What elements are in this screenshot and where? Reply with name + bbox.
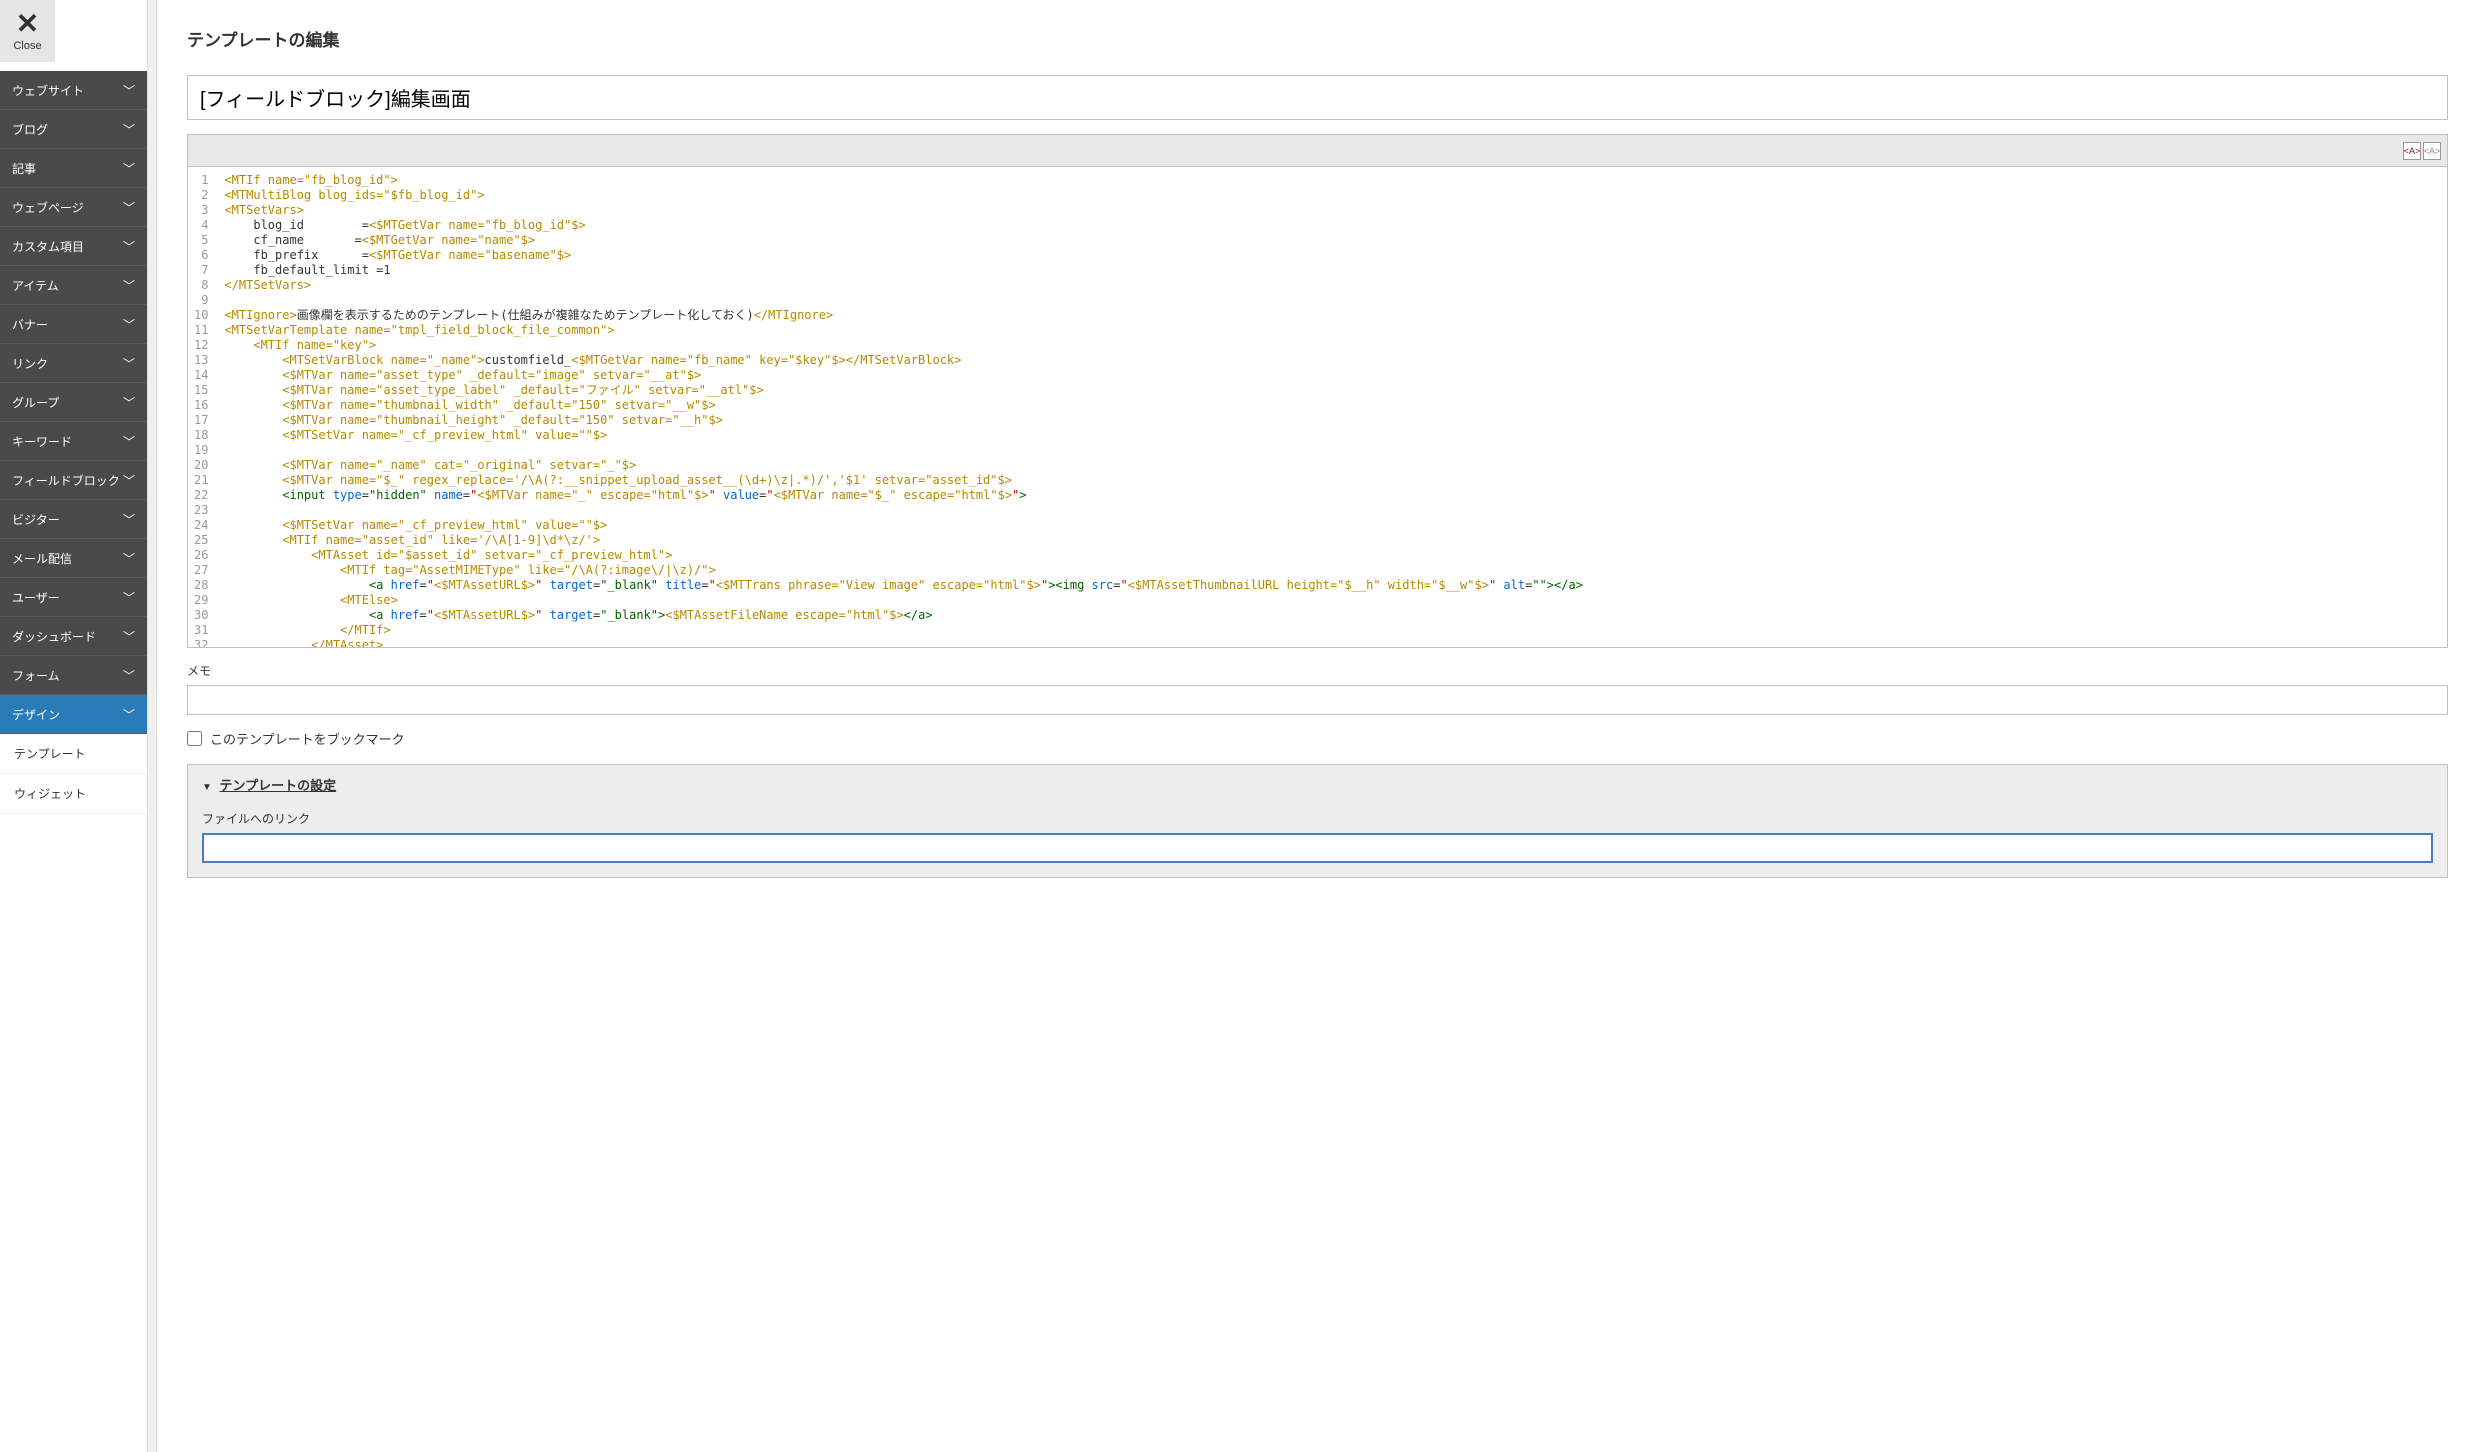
code-content[interactable]: <MTIf name="fb_blog_id"><MTMultiBlog blo… bbox=[216, 167, 1590, 647]
nav-item-label: ブログ bbox=[12, 121, 48, 138]
nav-item-label: キーワード bbox=[12, 433, 72, 450]
nav-item-13[interactable]: ユーザー ﹀ bbox=[0, 578, 147, 617]
chevron-down-icon: ﹀ bbox=[123, 316, 135, 333]
nav-item-label: フォーム bbox=[12, 667, 60, 684]
nav-item-1[interactable]: ブログ ﹀ bbox=[0, 110, 147, 149]
nav-item-label: ダッシュボード bbox=[12, 628, 96, 645]
nav-item-10[interactable]: フィールドブロック﹀ bbox=[0, 461, 147, 500]
chevron-down-icon: ﹀ bbox=[123, 121, 135, 138]
chevron-down-icon: ﹀ bbox=[123, 511, 135, 528]
nav-item-7[interactable]: リンク ﹀ bbox=[0, 344, 147, 383]
toolbar-plain-button[interactable]: <A> bbox=[2423, 142, 2441, 160]
nav-item-label: バナー bbox=[12, 316, 48, 333]
nav-item-label: デザイン bbox=[12, 706, 60, 723]
template-settings-toggle[interactable]: ▼ テンプレートの設定 bbox=[188, 765, 2447, 804]
chevron-down-icon: ﹀ bbox=[123, 589, 135, 606]
triangle-down-icon: ▼ bbox=[202, 782, 212, 793]
nav-item-14[interactable]: ダッシュボード ﹀ bbox=[0, 617, 147, 656]
nav-item-11[interactable]: ビジター ﹀ bbox=[0, 500, 147, 539]
nav-item-label: フィールドブロック bbox=[12, 472, 120, 489]
bookmark-label: このテンプレートをブックマーク bbox=[210, 729, 405, 748]
nav-item-3[interactable]: ウェブページ ﹀ bbox=[0, 188, 147, 227]
bookmark-checkbox[interactable] bbox=[187, 731, 202, 746]
template-settings-panel: ▼ テンプレートの設定 ファイルへのリンク bbox=[187, 764, 2448, 878]
sub-nav-item-1[interactable]: ウィジェット bbox=[0, 774, 147, 814]
nav-item-6[interactable]: バナー ﹀ bbox=[0, 305, 147, 344]
nav-item-5[interactable]: アイテム ﹀ bbox=[0, 266, 147, 305]
file-link-input[interactable] bbox=[202, 833, 2433, 863]
nav-item-8[interactable]: グループ ﹀ bbox=[0, 383, 147, 422]
memo-label: メモ bbox=[187, 662, 2448, 679]
nav-item-label: リンク bbox=[12, 355, 48, 372]
nav-item-label: カスタム項目 bbox=[12, 238, 84, 255]
nav-item-label: グループ bbox=[12, 394, 59, 411]
toolbar-syntax-highlight-button[interactable]: <A> bbox=[2403, 142, 2421, 160]
sidebar: ウェブサイト﹀ブログ﹀記事﹀ウェブページ﹀カスタム項目﹀アイテム﹀バナー﹀リンク… bbox=[0, 0, 147, 1452]
chevron-down-icon: ﹀ bbox=[123, 667, 135, 684]
close-button[interactable]: ✕ Close bbox=[0, 0, 55, 62]
nav-item-label: ウェブサイト bbox=[12, 82, 84, 99]
nav-item-label: 記事 bbox=[12, 160, 36, 177]
chevron-down-icon: ﹀ bbox=[123, 394, 135, 411]
template-settings-title: テンプレートの設定 bbox=[220, 778, 337, 793]
chevron-down-icon: ﹀ bbox=[123, 472, 135, 489]
chevron-down-icon: ﹀ bbox=[123, 82, 135, 99]
nav-item-label: ユーザー bbox=[12, 589, 60, 606]
nav-item-label: メール配信 bbox=[12, 550, 72, 567]
editor-toolbar: <A> <A> bbox=[187, 134, 2448, 166]
line-number-gutter: 1234567891011121314151617181920212223242… bbox=[188, 167, 216, 647]
nav-item-label: ウェブページ bbox=[12, 199, 84, 216]
sub-nav-item-0[interactable]: テンプレート bbox=[0, 734, 147, 774]
nav-item-15[interactable]: フォーム ﹀ bbox=[0, 656, 147, 695]
nav-item-label: アイテム bbox=[12, 277, 59, 294]
memo-input[interactable] bbox=[187, 685, 2448, 715]
chevron-down-icon: ﹀ bbox=[123, 355, 135, 372]
nav-item-16[interactable]: デザイン ﹀ bbox=[0, 695, 147, 734]
chevron-down-icon: ﹀ bbox=[123, 628, 135, 645]
close-label: Close bbox=[13, 40, 41, 52]
close-icon: ✕ bbox=[16, 10, 39, 38]
page-title: テンプレートの編集 bbox=[187, 26, 2448, 51]
chevron-down-icon: ﹀ bbox=[123, 706, 135, 723]
chevron-down-icon: ﹀ bbox=[123, 550, 135, 567]
chevron-down-icon: ﹀ bbox=[123, 277, 135, 294]
nav-item-2[interactable]: 記事 ﹀ bbox=[0, 149, 147, 188]
sidebar-scrollbar[interactable] bbox=[147, 0, 157, 1452]
nav-item-4[interactable]: カスタム項目 ﹀ bbox=[0, 227, 147, 266]
nav-item-label: ビジター bbox=[12, 511, 60, 528]
code-editor[interactable]: 1234567891011121314151617181920212223242… bbox=[187, 166, 2448, 648]
nav-item-0[interactable]: ウェブサイト ﹀ bbox=[0, 71, 147, 110]
nav-item-9[interactable]: キーワード ﹀ bbox=[0, 422, 147, 461]
chevron-down-icon: ﹀ bbox=[123, 199, 135, 216]
chevron-down-icon: ﹀ bbox=[123, 160, 135, 177]
main-content: テンプレートの編集 <A> <A> 1234567891011121314151… bbox=[157, 0, 2478, 1452]
chevron-down-icon: ﹀ bbox=[123, 238, 135, 255]
chevron-down-icon: ﹀ bbox=[123, 433, 135, 450]
nav-item-12[interactable]: メール配信 ﹀ bbox=[0, 539, 147, 578]
template-name-input[interactable] bbox=[187, 75, 2448, 120]
file-link-label: ファイルへのリンク bbox=[202, 810, 2433, 827]
